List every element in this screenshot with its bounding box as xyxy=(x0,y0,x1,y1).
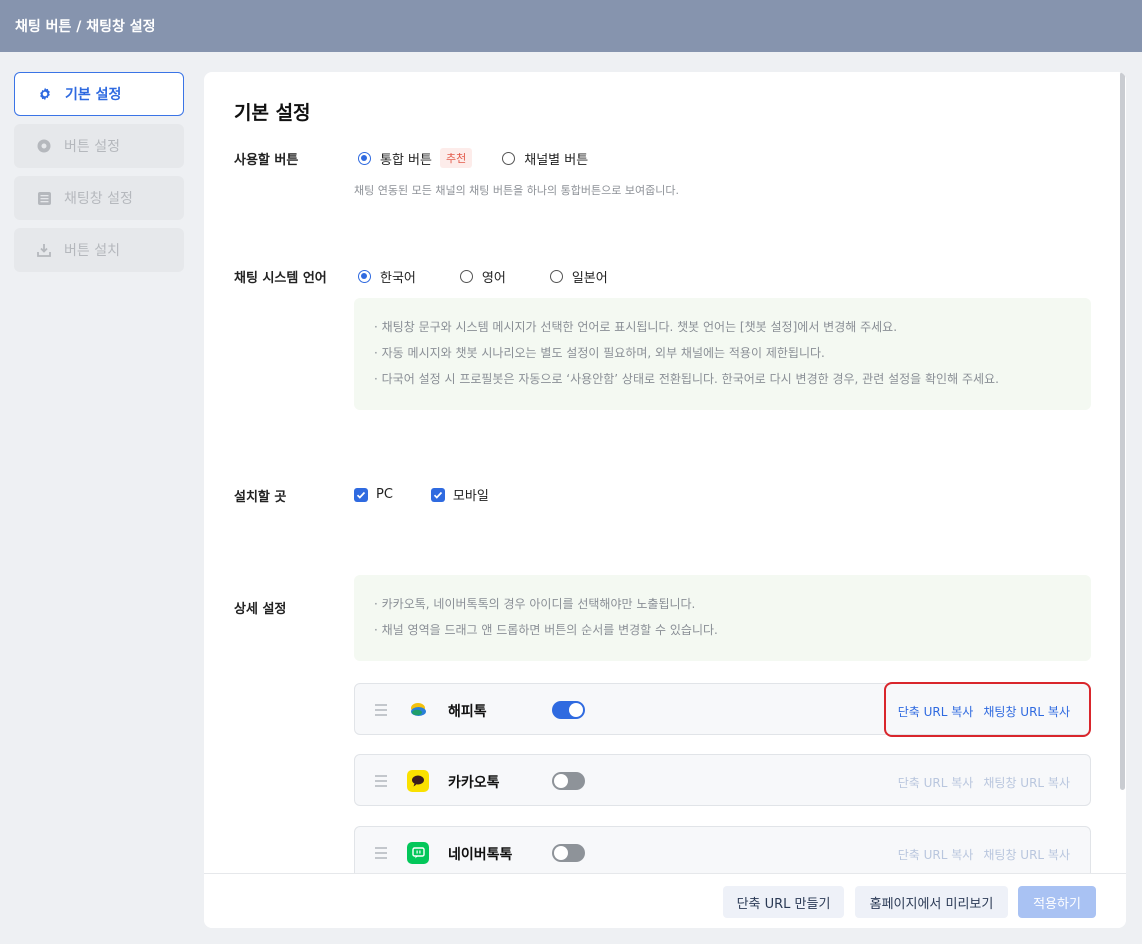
window-title: 채팅 버튼 / 채팅창 설정 xyxy=(0,0,1142,52)
detail-notes: · 카카오톡, 네이버톡톡의 경우 아이디를 선택해야만 노출됩니다. · 채널… xyxy=(354,575,1091,661)
channel-name: 카카오톡 xyxy=(448,775,500,791)
radio-integrated-button[interactable]: 통합 버튼 추천 xyxy=(358,148,473,168)
sidebar-item-label: 버튼 설치 xyxy=(64,243,120,259)
vertical-scrollbar[interactable] xyxy=(1120,72,1125,790)
language-notes: · 채팅창 문구와 시스템 메시지가 선택한 언어로 표시됩니다. 챗봇 언어는… xyxy=(354,298,1091,410)
checkmark-icon xyxy=(430,487,445,502)
make-short-url-button[interactable]: 단축 URL 만들기 xyxy=(723,886,844,918)
radio-japanese[interactable]: 일본어 xyxy=(549,267,608,286)
radio-selected-icon xyxy=(358,151,371,165)
channel-url-links: 단축 URL 복사 채팅창 URL 복사 xyxy=(888,846,1070,863)
preview-on-homepage-button[interactable]: 홈페이지에서 미리보기 xyxy=(855,886,1008,918)
copy-short-url-link[interactable]: 단축 URL 복사 xyxy=(898,846,974,863)
radio-unselected-icon xyxy=(502,151,516,165)
radio-per-channel-button[interactable]: 채널별 버튼 xyxy=(502,149,588,168)
kakaotalk-icon xyxy=(407,770,429,792)
circle-dot-icon xyxy=(36,138,52,154)
sidebar-item-label: 버튼 설정 xyxy=(64,139,120,155)
button-type-description: 채팅 연동된 모든 채널의 채팅 버튼을 하나의 통합버튼으로 보여줍니다. xyxy=(354,184,679,197)
button-type-label: 사용할 버튼 xyxy=(234,153,299,168)
drag-handle-icon[interactable] xyxy=(375,704,387,719)
checkbox-pc[interactable]: PC xyxy=(354,487,393,502)
sidebar-item-label: 기본 설정 xyxy=(65,87,122,103)
channel-toggle-naver-talktalk[interactable] xyxy=(552,844,585,862)
download-icon xyxy=(36,242,52,258)
radio-english[interactable]: 영어 xyxy=(459,267,506,286)
copy-chat-url-link[interactable]: 채팅창 URL 복사 xyxy=(983,774,1070,791)
channel-row-naver-talktalk[interactable]: 네이버톡톡 단축 URL 복사 채팅창 URL 복사 xyxy=(354,826,1091,873)
gear-icon xyxy=(37,86,53,102)
copy-short-url-link[interactable]: 단축 URL 복사 xyxy=(898,774,974,791)
sidebar-item-basic-settings[interactable]: 기본 설정 xyxy=(14,72,184,116)
radio-unselected-icon xyxy=(549,270,563,283)
drag-handle-icon[interactable] xyxy=(375,775,387,790)
highlight-box xyxy=(884,682,1091,737)
language-label: 채팅 시스템 언어 xyxy=(234,271,327,286)
footer-actions: 단축 URL 만들기 홈페이지에서 미리보기 적용하기 xyxy=(204,873,1126,928)
button-type-radio-group: 통합 버튼 추천 채널별 버튼 xyxy=(358,148,618,168)
drag-handle-icon[interactable] xyxy=(375,847,387,862)
radio-unselected-icon xyxy=(459,270,473,283)
settings-scroll-area[interactable]: 기본 설정 사용할 버튼 통합 버튼 추천 채널별 버튼 채팅 연동된 모든 채… xyxy=(204,72,1126,873)
channel-toggle-happytalk[interactable] xyxy=(552,701,585,719)
channel-url-links: 단축 URL 복사 채팅창 URL 복사 xyxy=(888,774,1070,791)
radio-selected-icon xyxy=(358,270,371,283)
naver-talktalk-icon xyxy=(407,842,429,864)
sidebar-item-chat-window-settings[interactable]: 채팅창 설정 xyxy=(14,176,184,220)
recommended-badge: 추천 xyxy=(439,148,473,168)
channel-row-kakaotalk[interactable]: 카카오톡 단축 URL 복사 채팅창 URL 복사 xyxy=(354,754,1091,806)
page-title: 기본 설정 xyxy=(234,102,311,124)
install-location-label: 설치할 곳 xyxy=(234,490,287,505)
list-icon xyxy=(36,190,52,206)
sidebar-item-label: 채팅창 설정 xyxy=(64,191,133,207)
settings-panel: 기본 설정 사용할 버튼 통합 버튼 추천 채널별 버튼 채팅 연동된 모든 채… xyxy=(204,72,1126,928)
detail-settings-label: 상세 설정 xyxy=(234,602,287,617)
checkmark-icon xyxy=(354,487,368,502)
sidebar: 기본 설정 버튼 설정 채팅창 설정 버튼 설치 xyxy=(14,72,184,280)
apply-button[interactable]: 적용하기 xyxy=(1018,886,1096,918)
checkbox-mobile[interactable]: 모바일 xyxy=(430,485,489,504)
language-radio-group: 한국어 영어 일본어 xyxy=(358,267,638,286)
copy-chat-url-link[interactable]: 채팅창 URL 복사 xyxy=(983,846,1070,863)
channel-toggle-kakaotalk[interactable] xyxy=(552,772,585,790)
sidebar-item-button-settings[interactable]: 버튼 설정 xyxy=(14,124,184,168)
install-location-checkbox-group: PC 모바일 xyxy=(354,485,527,504)
channel-name: 네이버톡톡 xyxy=(448,847,513,863)
radio-korean[interactable]: 한국어 xyxy=(358,267,416,286)
sidebar-item-button-install[interactable]: 버튼 설치 xyxy=(14,228,184,272)
channel-name: 해피톡 xyxy=(448,704,487,720)
happytalk-icon xyxy=(407,699,429,721)
